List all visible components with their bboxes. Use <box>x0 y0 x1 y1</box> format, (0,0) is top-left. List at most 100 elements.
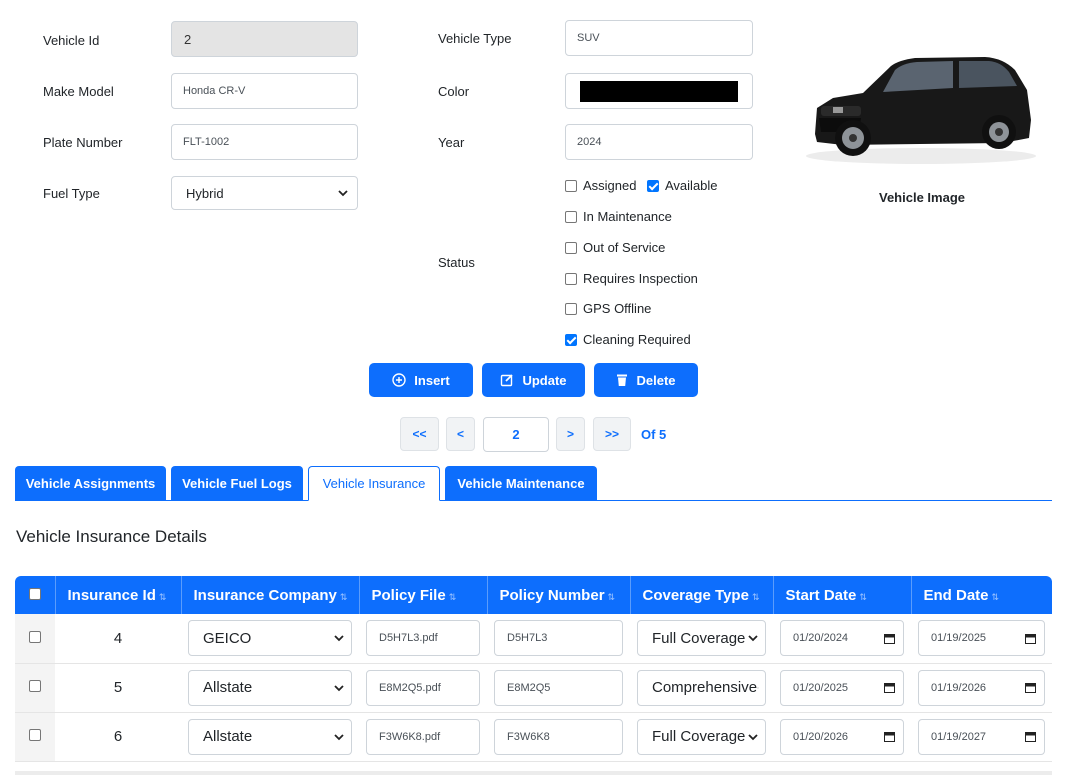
status-out-of-service[interactable]: Out of Service <box>565 240 665 255</box>
status-requires-inspection-label: Requires Inspection <box>583 271 698 286</box>
vehicle-image-caption: Vehicle Image <box>879 190 965 205</box>
column-end-date[interactable]: End Date ⇅ <box>911 576 1052 614</box>
company-cell: Allstate <box>181 712 359 762</box>
status-label: Status <box>438 255 475 270</box>
vehicle-type-input[interactable]: SUV <box>565 20 753 56</box>
policy-number-input[interactable]: F3W6K8 <box>494 718 623 755</box>
company-value: GEICO <box>203 629 252 647</box>
start-date-input[interactable]: 01/20/2026 <box>780 718 904 755</box>
status-in-maintenance-checkbox[interactable] <box>565 210 577 223</box>
column-policy-file[interactable]: Policy File ⇅ <box>359 576 488 614</box>
chevron-down-icon <box>334 684 344 691</box>
end-date-input[interactable]: 01/19/2025 <box>918 620 1045 657</box>
row-checkbox[interactable] <box>29 630 41 643</box>
tab-vehicle-assignments[interactable]: Vehicle Assignments <box>15 466 166 501</box>
insurance-id-cell: 4 <box>55 614 181 664</box>
make-model-input[interactable]: Honda CR-V <box>171 73 358 109</box>
delete-button-label: Delete <box>636 372 676 388</box>
company-select[interactable]: Allstate <box>188 669 352 706</box>
status-available-checkbox[interactable] <box>647 179 659 192</box>
column-coverage-type[interactable]: Coverage Type ⇅ <box>630 576 774 614</box>
prev-page-button[interactable]: < <box>446 417 475 451</box>
coverage-select[interactable]: Full Coverage <box>637 718 766 755</box>
color-picker[interactable] <box>565 73 753 109</box>
policy-file-input[interactable]: F3W6K8.pdf <box>366 718 480 755</box>
table-row: 6 Allstate F3W6K8.pdf F3W6K8 Full Covera… <box>15 712 1052 762</box>
company-select[interactable]: Allstate <box>188 718 352 755</box>
sort-icon[interactable]: ⇅ <box>859 592 867 602</box>
status-assigned-checkbox[interactable] <box>565 179 577 192</box>
calendar-icon[interactable] <box>884 731 895 742</box>
column-insurance-id[interactable]: Insurance Id ⇅ <box>55 576 182 614</box>
status-gps-offline-checkbox[interactable] <box>565 302 577 315</box>
plate-number-input[interactable]: FLT-1002 <box>171 124 358 160</box>
status-requires-inspection-checkbox[interactable] <box>565 272 577 285</box>
start-date-value: 01/20/2024 <box>793 632 849 645</box>
status-assigned-label: Assigned <box>583 178 637 193</box>
status-cleaning-required-checkbox[interactable] <box>565 333 577 346</box>
policy-number-input[interactable]: E8M2Q5 <box>494 669 623 706</box>
policy-file-input[interactable]: E8M2Q5.pdf <box>366 669 480 706</box>
select-all-checkbox[interactable] <box>28 587 41 600</box>
sort-icon[interactable]: ⇅ <box>159 592 167 602</box>
tab-vehicle-fuel-logs[interactable]: Vehicle Fuel Logs <box>171 466 303 501</box>
update-button[interactable]: Update <box>482 363 585 397</box>
calendar-icon[interactable] <box>1025 731 1036 742</box>
calendar-icon[interactable] <box>884 682 895 693</box>
row-select-cell <box>15 663 55 713</box>
page-number-input[interactable]: 2 <box>483 417 549 452</box>
last-page-button[interactable]: >> <box>593 417 631 451</box>
company-select[interactable]: GEICO <box>188 620 352 657</box>
plus-circle-icon <box>392 373 406 387</box>
calendar-icon[interactable] <box>1025 682 1036 693</box>
column-start-date[interactable]: Start Date ⇅ <box>773 576 912 614</box>
row-checkbox[interactable] <box>29 729 41 741</box>
sort-icon[interactable]: ⇅ <box>992 592 1000 602</box>
update-button-label: Update <box>522 372 567 388</box>
first-page-button[interactable]: << <box>400 417 439 451</box>
select-all-header <box>15 576 56 614</box>
column-label: Start Date <box>785 586 857 604</box>
delete-button[interactable]: Delete <box>594 363 698 397</box>
sort-icon[interactable]: ⇅ <box>752 592 760 602</box>
column-policy-number[interactable]: Policy Number ⇅ <box>487 576 631 614</box>
sort-icon[interactable]: ⇅ <box>449 592 457 602</box>
sort-icon[interactable]: ⇅ <box>340 592 348 602</box>
next-page-button[interactable]: > <box>556 417 585 451</box>
status-requires-inspection[interactable]: Requires Inspection <box>565 271 698 286</box>
fuel-type-select[interactable]: Hybrid <box>171 176 358 210</box>
tab-vehicle-insurance[interactable]: Vehicle Insurance <box>308 466 440 501</box>
calendar-icon[interactable] <box>1025 633 1036 644</box>
end-date-input[interactable]: 01/19/2026 <box>918 669 1045 706</box>
column-insurance-company[interactable]: Insurance Company ⇅ <box>181 576 360 614</box>
end-date-input[interactable]: 01/19/2027 <box>918 718 1045 755</box>
coverage-value: Comprehensive <box>652 679 758 696</box>
policy-number-cell: F3W6K8 <box>487 712 630 762</box>
start-date-input[interactable]: 01/20/2025 <box>780 669 904 706</box>
insurance-table: Insurance Id ⇅ Insurance Company ⇅ Policy … <box>15 576 1052 762</box>
status-out-of-service-checkbox[interactable] <box>565 241 577 254</box>
column-label: Policy File <box>371 586 446 604</box>
start-date-input[interactable]: 01/20/2024 <box>780 620 904 657</box>
vehicle-image <box>803 48 1038 168</box>
status-in-maintenance[interactable]: In Maintenance <box>565 209 672 224</box>
tab-vehicle-maintenance[interactable]: Vehicle Maintenance <box>445 466 597 501</box>
calendar-icon[interactable] <box>884 633 895 644</box>
policy-number-input[interactable]: D5H7L3 <box>494 620 623 657</box>
status-cleaning-required[interactable]: Cleaning Required <box>565 332 691 347</box>
status-gps-offline[interactable]: GPS Offline <box>565 301 651 316</box>
year-input[interactable]: 2024 <box>565 124 753 160</box>
coverage-select[interactable]: Comprehensive <box>637 669 766 706</box>
coverage-cell: Comprehensive <box>630 663 773 713</box>
row-checkbox[interactable] <box>29 680 41 692</box>
policy-file-input[interactable]: D5H7L3.pdf <box>366 620 480 657</box>
insert-button[interactable]: Insert <box>369 363 473 397</box>
status-available[interactable]: Available <box>647 178 718 193</box>
start-date-cell: 01/20/2026 <box>773 712 911 762</box>
status-assigned[interactable]: Assigned <box>565 178 636 193</box>
end-date-value: 01/19/2025 <box>931 632 987 645</box>
sort-icon[interactable]: ⇅ <box>608 592 616 602</box>
year-label: Year <box>438 135 465 150</box>
coverage-select[interactable]: Full Coverage <box>637 620 766 657</box>
trash-icon <box>617 374 628 386</box>
